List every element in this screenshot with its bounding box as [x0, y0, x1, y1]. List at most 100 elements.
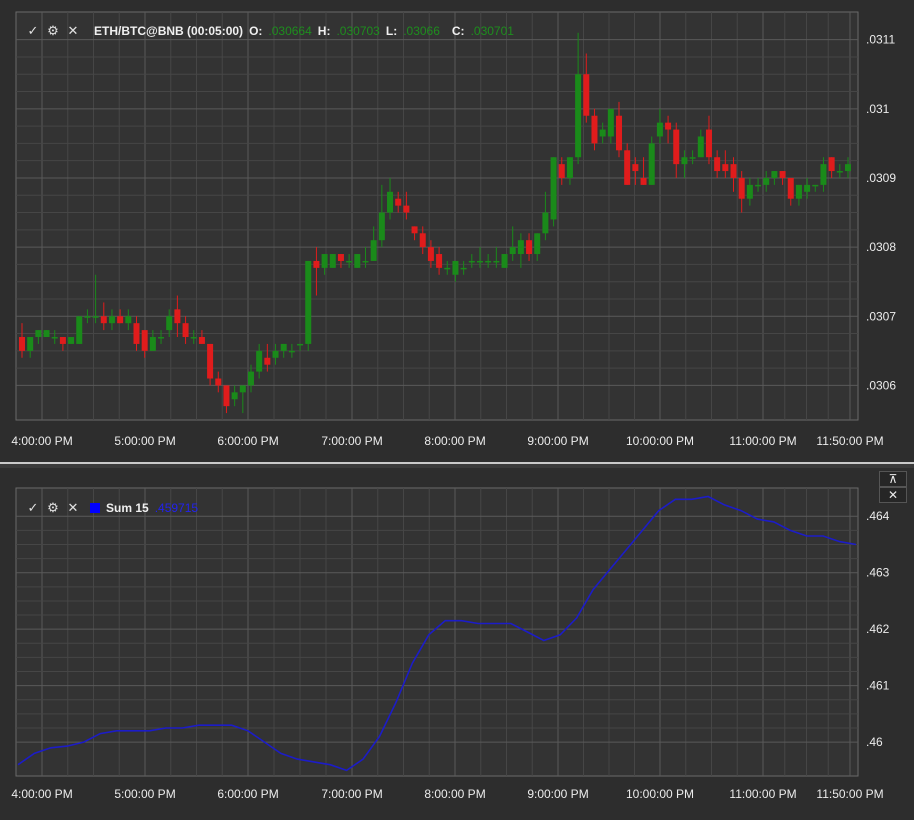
candle-body [43, 330, 50, 338]
x-axis-tick-label: 8:00:00 PM [424, 434, 485, 448]
candle-body [771, 171, 778, 178]
settings-icon[interactable]: ⚙ [46, 23, 60, 38]
candle-body [812, 184, 819, 187]
candle-body [689, 157, 696, 159]
price-legend: ✓ ⚙ ✕ ETH/BTC@BNB (00:05:00) O: .030664 … [26, 23, 514, 38]
candle-body [141, 330, 148, 351]
check-icon[interactable]: ✓ [26, 23, 40, 38]
candle-body [247, 371, 254, 386]
settings-icon[interactable]: ⚙ [46, 500, 60, 515]
y-axis-tick-label: .0307 [866, 309, 896, 323]
candle-body [501, 254, 508, 268]
candle-body [419, 233, 426, 248]
candle-body [108, 316, 115, 324]
x-axis-tick-label: 11:50:00 PM [816, 787, 883, 801]
close-value: .030701 [470, 24, 514, 38]
candle-body [468, 260, 475, 263]
candle-body [714, 157, 721, 172]
candle-body [517, 240, 524, 255]
high-label: H: [317, 24, 331, 38]
candle-body [436, 254, 443, 268]
candle-body [68, 337, 75, 344]
candle-body [403, 205, 410, 213]
candle-body [133, 323, 140, 344]
candle-body [256, 350, 263, 372]
candle-body [738, 177, 745, 199]
candle-body [166, 316, 173, 331]
y-axis-tick-label: .461 [866, 679, 890, 693]
candle-body [76, 316, 83, 344]
remove-icon[interactable]: ✕ [66, 23, 80, 38]
candle-body [640, 177, 647, 185]
y-axis-tick-label: .0306 [866, 378, 896, 392]
candlestick-chart[interactable]: 4:00:00 PM 5:00:00 PM 6:00:00 PM 7:00:00 PM… [0, 0, 914, 462]
candle-body [845, 164, 851, 172]
close-pane-button[interactable]: ✕ [879, 487, 907, 503]
candle-body [297, 343, 304, 346]
symbol-label: ETH/BTC@BNB (00:05:00) [94, 24, 244, 38]
candle-body [223, 385, 230, 407]
candle-body [280, 343, 287, 351]
indicator-name: Sum 15 [106, 501, 149, 515]
candle-body [485, 260, 492, 263]
candle-body [378, 212, 385, 241]
candle-body [239, 385, 246, 393]
candle-body [566, 157, 573, 178]
candle-body [550, 157, 557, 220]
candle-body [460, 267, 467, 270]
x-axis-tick-label: 6:00:00 PM [217, 787, 278, 801]
high-value: .030703 [336, 24, 380, 38]
x-axis-tick-label: 8:00:00 PM [424, 787, 485, 801]
candle-body [329, 254, 336, 268]
candle-body [624, 150, 631, 185]
x-axis-tick-label: 10:00:00 PM [626, 787, 694, 801]
plot-area [15, 487, 859, 777]
low-value: .03066 [403, 24, 440, 38]
candle-body [35, 330, 42, 338]
candle-body [755, 184, 762, 187]
candle-body [370, 240, 377, 261]
candle-body [656, 122, 663, 137]
candle-body [395, 198, 402, 206]
candle-body [452, 260, 459, 275]
candle-body [558, 164, 565, 178]
open-label: O: [249, 24, 263, 38]
check-icon[interactable]: ✓ [26, 500, 40, 515]
candle-body [100, 316, 107, 324]
candle-body [730, 164, 737, 178]
candle-body [591, 115, 598, 144]
indicator-legend: ✓ ⚙ ✕ Sum 15 .459715 [26, 500, 199, 515]
sum-line-chart[interactable]: 4:00:00 PM 5:00:00 PM 6:00:00 PM 7:00:00 PM… [0, 468, 914, 820]
pin-pane-icon[interactable]: ⊼ [879, 471, 907, 487]
candle-body [697, 136, 704, 158]
candle-body [346, 260, 353, 263]
candle-body [763, 177, 770, 185]
candle-body [174, 309, 181, 324]
x-axis-tick-label: 11:00:00 PM [729, 787, 796, 801]
price-pane[interactable]: 4:00:00 PM 5:00:00 PM 6:00:00 PM 7:00:00 PM… [0, 0, 914, 462]
candle-body [665, 122, 672, 130]
x-axis-tick-label: 7:00:00 PM [321, 787, 382, 801]
candle-body [313, 260, 320, 268]
candle-body [828, 157, 835, 172]
candle-body [198, 337, 205, 344]
remove-icon[interactable]: ✕ [66, 500, 80, 515]
candle-body [804, 184, 811, 192]
candle-body [787, 177, 794, 199]
candle-body [288, 350, 295, 353]
x-axis-tick-label: 5:00:00 PM [114, 434, 175, 448]
candle-body [599, 129, 606, 137]
candle-body [215, 378, 222, 386]
candle-body [411, 226, 418, 234]
candle-body [795, 184, 802, 199]
candle-body [207, 343, 214, 379]
y-axis-tick-label: .0311 [866, 33, 895, 47]
x-axis-tick-label: 4:00:00 PM [11, 434, 72, 448]
candle-body [92, 316, 99, 318]
x-axis-tick-label: 6:00:00 PM [217, 434, 278, 448]
candle-body [779, 171, 786, 178]
indicator-pane[interactable]: 4:00:00 PM 5:00:00 PM 6:00:00 PM 7:00:00 PM… [0, 468, 914, 820]
x-axis-tick-label: 11:00:00 PM [729, 434, 796, 448]
candle-body [149, 337, 156, 351]
candle-body [158, 337, 165, 339]
